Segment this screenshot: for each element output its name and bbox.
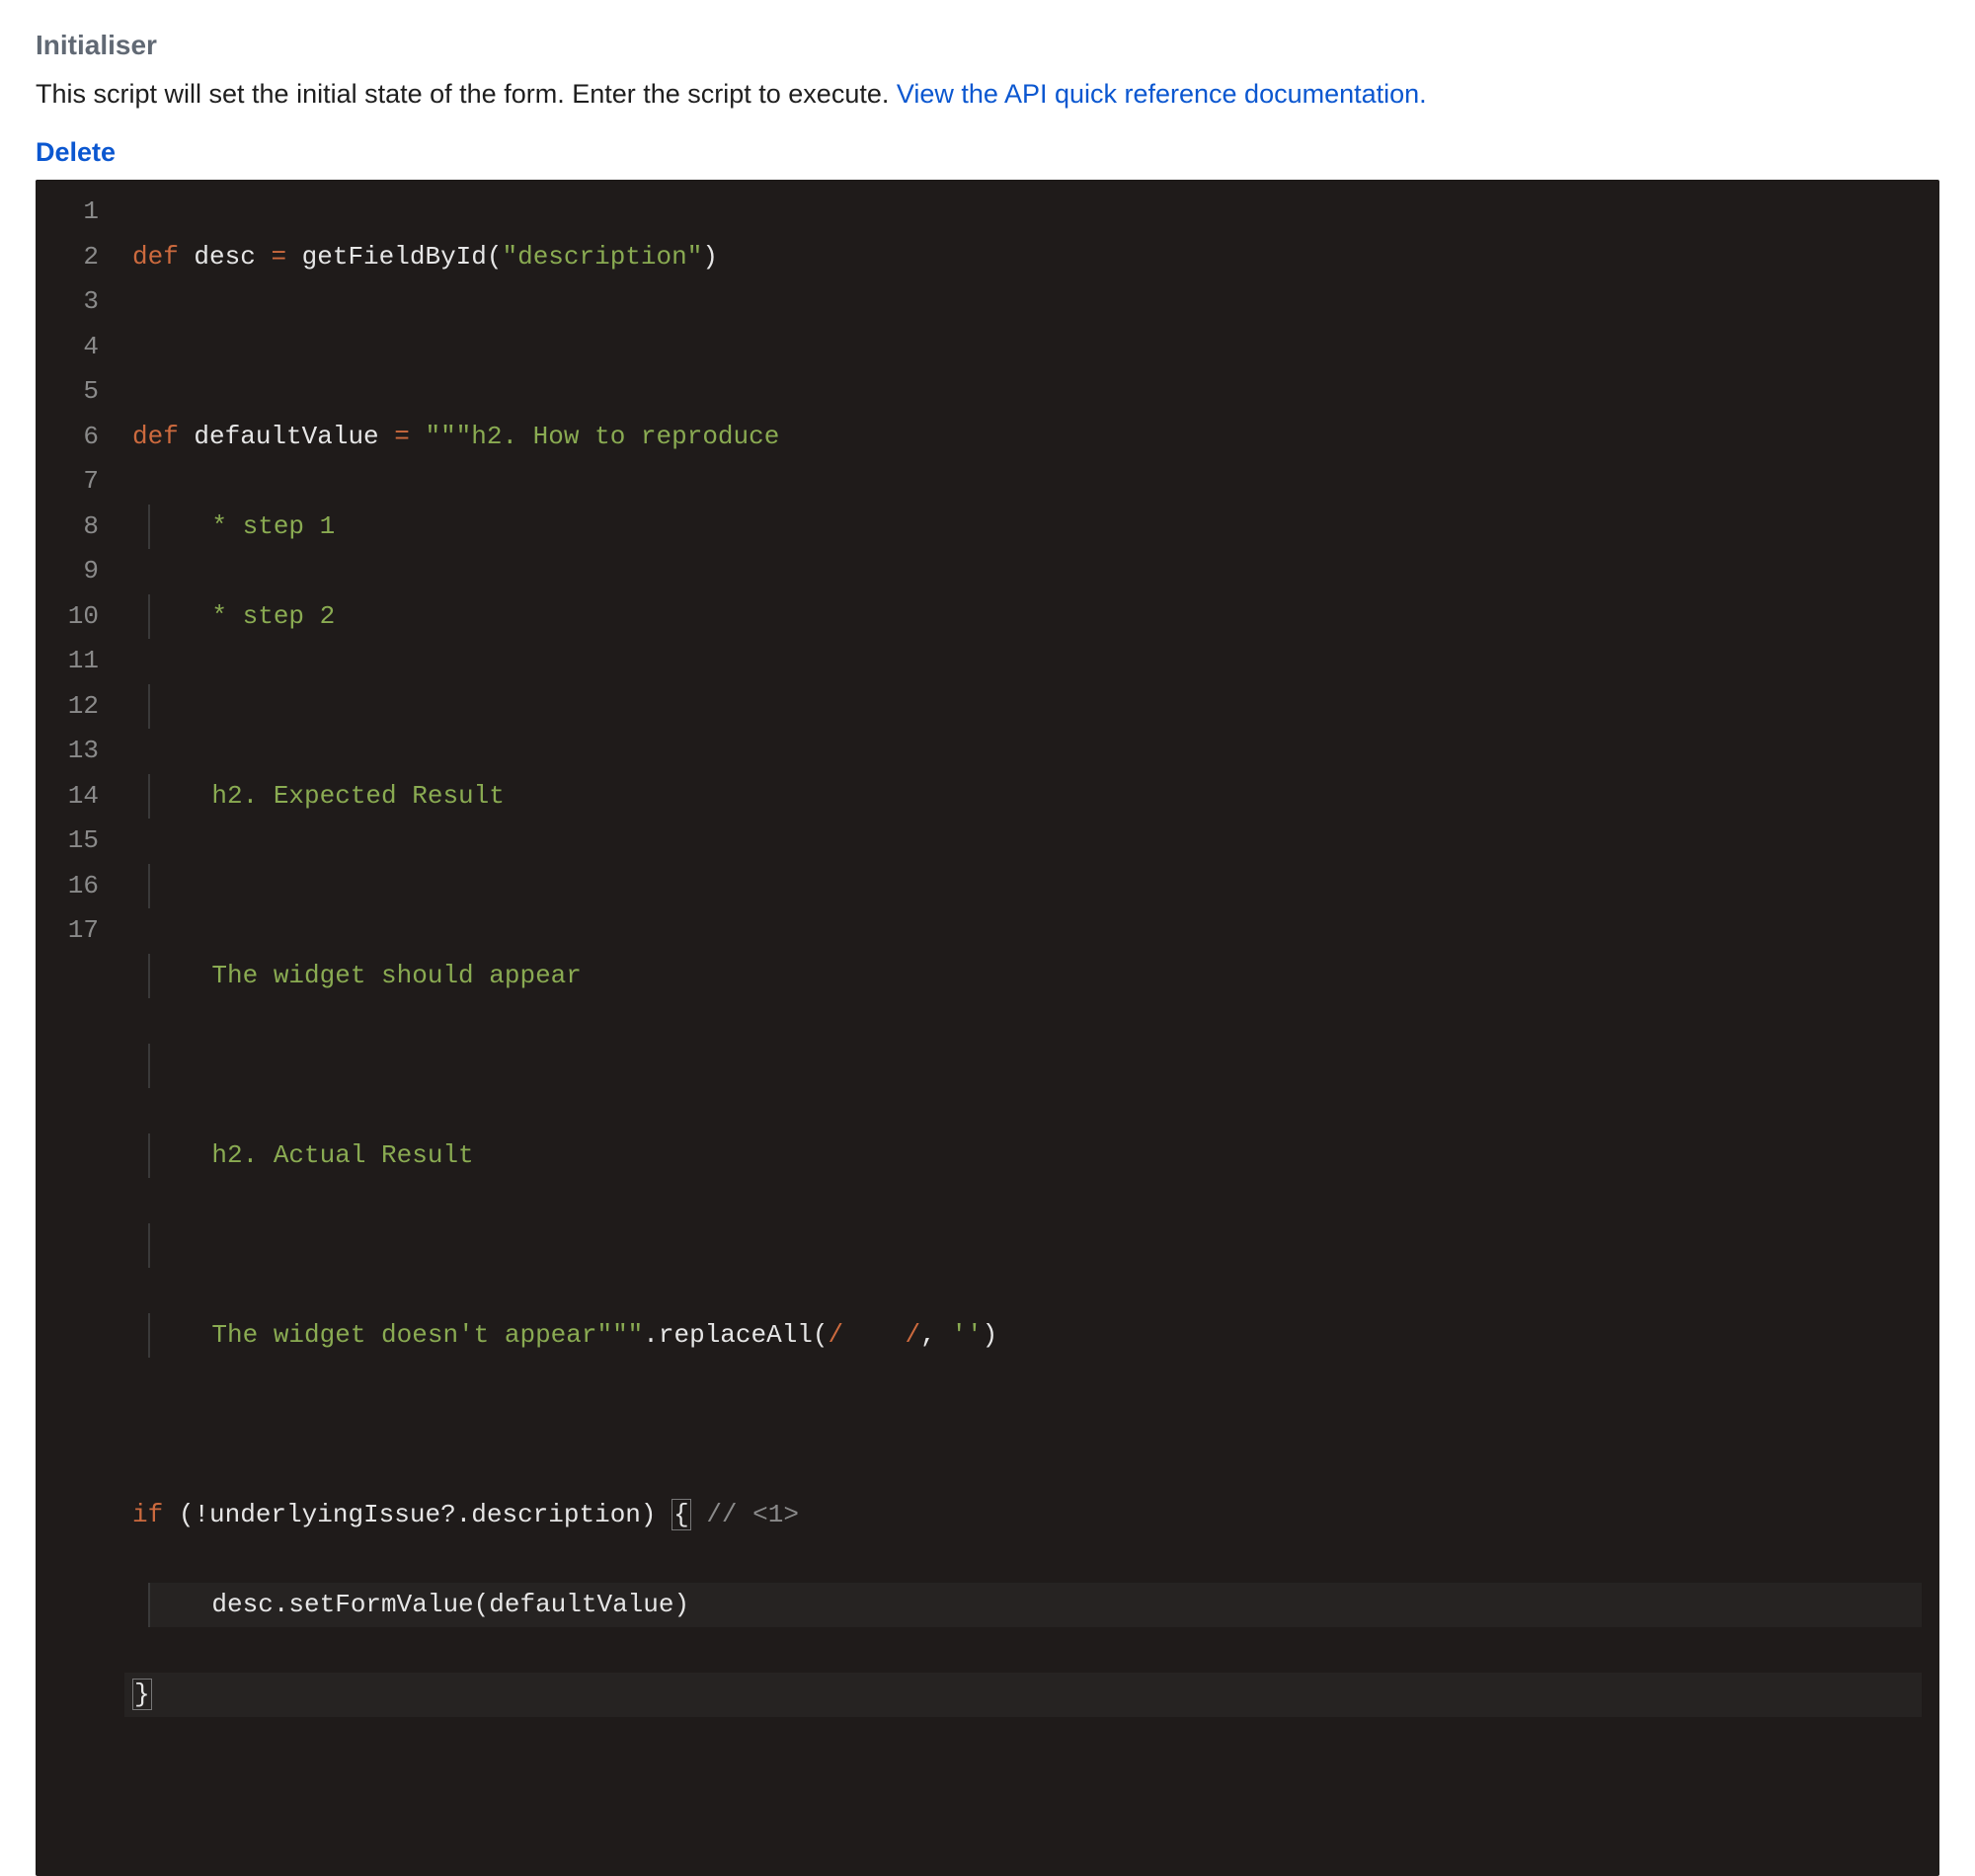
section-description: This script will set the initial state o…	[36, 79, 1939, 110]
code-line: * step 1	[148, 505, 1922, 550]
line-number: 6	[61, 415, 99, 460]
code-line: def defaultValue = """h2. How to reprodu…	[124, 415, 1922, 460]
code-line	[124, 325, 1922, 370]
code-line: }	[124, 1673, 1922, 1718]
line-number: 4	[61, 325, 99, 370]
line-number: 7	[61, 459, 99, 505]
line-number: 1	[61, 190, 99, 235]
delete-button[interactable]: Delete	[36, 137, 116, 168]
brace-close: }	[132, 1679, 152, 1710]
line-number: 11	[61, 639, 99, 684]
code-line	[148, 1044, 1922, 1089]
line-number: 12	[61, 684, 99, 730]
code-line: The widget doesn't appear""".replaceAll(…	[148, 1313, 1922, 1359]
code-line	[148, 1223, 1922, 1269]
code-line: if (!underlyingIssue?.description) { // …	[124, 1493, 1922, 1538]
api-reference-link[interactable]: View the API quick reference documentati…	[897, 79, 1427, 109]
code-line: desc.setFormValue(defaultValue)	[148, 1583, 1922, 1628]
code-line	[124, 1403, 1922, 1448]
line-number: 17	[61, 908, 99, 954]
line-number-gutter: 1 2 3 4 5 6 7 8 9 10 11 12 13 14 15 16 1…	[36, 180, 115, 1817]
code-content[interactable]: def desc = getFieldById("description") d…	[115, 180, 1939, 1817]
code-line: h2. Actual Result	[148, 1133, 1922, 1179]
code-line	[148, 684, 1922, 730]
code-line: The widget should appear	[148, 954, 1922, 999]
line-number: 16	[61, 864, 99, 909]
code-editor[interactable]: 1 2 3 4 5 6 7 8 9 10 11 12 13 14 15 16 1…	[36, 180, 1939, 1876]
line-number: 2	[61, 235, 99, 280]
code-line: h2. Expected Result	[148, 774, 1922, 820]
section-heading: Initialiser	[36, 30, 1939, 61]
line-number: 13	[61, 729, 99, 774]
line-number: 14	[61, 774, 99, 820]
line-number: 8	[61, 505, 99, 550]
brace-open: {	[672, 1499, 691, 1530]
line-number: 5	[61, 369, 99, 415]
code-line: def desc = getFieldById("description")	[124, 235, 1922, 280]
code-line: * step 2	[148, 594, 1922, 640]
line-number: 9	[61, 549, 99, 594]
line-number: 15	[61, 819, 99, 864]
description-text: This script will set the initial state o…	[36, 79, 897, 109]
line-number: 10	[61, 594, 99, 640]
line-number: 3	[61, 279, 99, 325]
code-line	[148, 864, 1922, 909]
